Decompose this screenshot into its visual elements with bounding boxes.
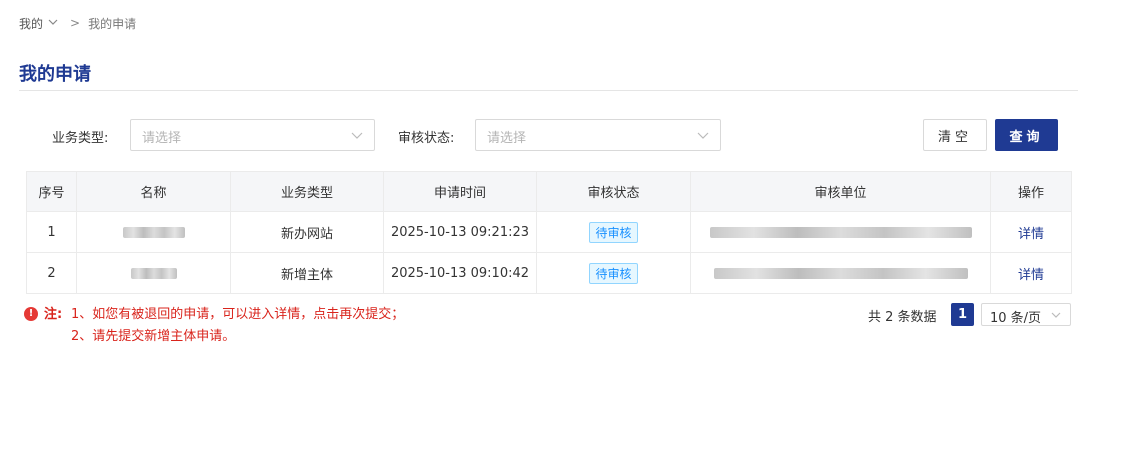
exclamation-circle-icon: ! — [24, 307, 38, 321]
cell-index: 2 — [26, 252, 77, 294]
review-status-select[interactable]: 请选择 — [475, 119, 721, 151]
cell-review-unit-redacted — [690, 211, 991, 253]
page-size-select[interactable]: 10 条/页 — [981, 303, 1071, 326]
cell-index: 1 — [26, 211, 77, 253]
cell-business-type: 新增主体 — [230, 252, 384, 294]
cell-business-type: 新办网站 — [230, 211, 384, 253]
column-header-apply-time: 申请时间 — [383, 171, 537, 212]
detail-link[interactable]: 详情 — [1018, 227, 1044, 242]
cell-apply-time: 2025-10-13 09:21:23 — [383, 211, 537, 253]
column-header-index: 序号 — [26, 171, 77, 212]
redacted-review-unit — [713, 267, 968, 279]
applications-table: 序号 名称 业务类型 申请时间 审核状态 审核单位 操作 1 新办网站 2025… — [26, 171, 1072, 294]
column-header-status: 审核状态 — [536, 171, 691, 212]
chevron-down-icon — [697, 132, 709, 139]
clear-button[interactable]: 清空 — [923, 119, 987, 151]
notice-lead: 注: — [44, 307, 63, 322]
table-header-row: 序号 名称 业务类型 申请时间 审核状态 审核单位 操作 — [26, 171, 1072, 212]
query-button[interactable]: 查询 — [995, 119, 1058, 151]
column-header-action: 操作 — [990, 171, 1072, 212]
table-row: 1 新办网站 2025-10-13 09:21:23 待审核 详情 — [26, 211, 1072, 253]
status-badge: 待审核 — [589, 221, 638, 243]
redacted-review-unit — [709, 226, 972, 238]
cell-apply-time: 2025-10-13 09:10:42 — [383, 252, 537, 294]
column-header-review-unit: 审核单位 — [690, 171, 991, 212]
business-type-select[interactable]: 请选择 — [130, 119, 375, 151]
cell-status: 待审核 — [536, 252, 691, 294]
cell-action: 详情 — [990, 211, 1072, 253]
title-divider — [19, 90, 1078, 91]
cell-name-redacted — [76, 211, 231, 253]
chevron-down-icon — [351, 132, 363, 139]
page-size-value: 10 条/页 — [990, 311, 1042, 326]
page-title: 我的申请 — [19, 64, 91, 85]
review-status-placeholder: 请选择 — [487, 131, 527, 146]
cell-action: 详情 — [990, 252, 1072, 294]
chevron-down-icon[interactable] — [48, 17, 58, 30]
business-type-label: 业务类型: — [52, 131, 109, 146]
breadcrumb-current: 我的申请 — [88, 16, 137, 31]
table-row: 2 新增主体 2025-10-13 09:10:42 待审核 详情 — [26, 252, 1072, 294]
chevron-down-icon — [1051, 312, 1061, 318]
cell-status: 待审核 — [536, 211, 691, 253]
pagination-page-1[interactable]: 1 — [951, 303, 974, 326]
redacted-name — [130, 267, 177, 279]
column-header-name: 名称 — [76, 171, 231, 212]
review-status-label: 审核状态: — [398, 131, 455, 146]
redacted-name — [122, 226, 185, 238]
pagination-total: 共 2 条数据 — [868, 310, 937, 325]
breadcrumb-root[interactable]: 我的 — [19, 15, 43, 32]
cell-review-unit-redacted — [690, 252, 991, 294]
detail-link[interactable]: 详情 — [1018, 268, 1044, 283]
breadcrumb: 我的 > 我的申请 — [19, 14, 136, 32]
breadcrumb-separator-icon: > — [70, 16, 81, 30]
cell-name-redacted — [76, 252, 231, 294]
status-badge: 待审核 — [589, 262, 638, 284]
notice-line-2: 2、请先提交新增主体申请。 — [71, 329, 236, 344]
column-header-business-type: 业务类型 — [230, 171, 384, 212]
notice-line-1: 1、如您有被退回的申请，可以进入详情，点击再次提交； — [71, 307, 405, 322]
business-type-placeholder: 请选择 — [142, 131, 182, 146]
